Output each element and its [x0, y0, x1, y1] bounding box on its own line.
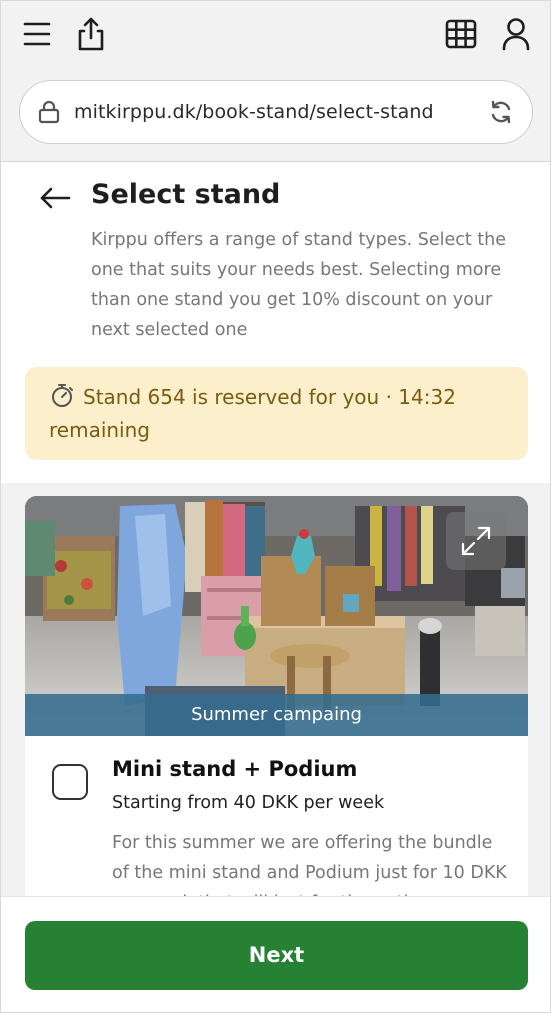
- grid-icon[interactable]: [445, 18, 477, 50]
- stand-option-checkbox[interactable]: [52, 764, 88, 800]
- stand-option-price: Starting from 40 DKK per week: [112, 793, 385, 813]
- stand-option-title: Mini stand + Podium: [112, 757, 358, 781]
- back-arrow-icon[interactable]: [39, 185, 71, 211]
- menu-icon[interactable]: [23, 21, 51, 47]
- url-text: mitkirppu.dk/book-stand/select-stand: [74, 101, 434, 123]
- stand-option-description: For this summer we are offering the bund…: [112, 833, 507, 896]
- reload-icon[interactable]: [488, 99, 514, 125]
- stand-option-card[interactable]: Summer campaing Mini stand + Podium Star…: [25, 496, 528, 896]
- reservation-banner: Stand 654 is reserved for you · 14:32 re…: [25, 367, 528, 460]
- campaign-label: Summer campaing: [25, 694, 528, 736]
- share-icon[interactable]: [75, 16, 107, 52]
- user-icon[interactable]: [500, 16, 532, 52]
- next-button[interactable]: Next: [25, 921, 528, 990]
- stand-photo: Summer campaing: [25, 496, 528, 736]
- bottom-action-bar: Next: [1, 896, 550, 1012]
- stopwatch-icon: [49, 382, 75, 408]
- stand-list: Summer campaing Mini stand + Podium Star…: [1, 483, 550, 896]
- lock-icon: [38, 100, 60, 124]
- page-title: Select stand: [91, 179, 281, 210]
- page-description: Kirppu offers a range of stand types. Se…: [91, 230, 507, 340]
- address-bar[interactable]: mitkirppu.dk/book-stand/select-stand: [19, 80, 533, 144]
- reservation-text: Stand 654 is reserved for you · 14:32 re…: [49, 385, 456, 442]
- page-content: Select stand Kirppu offers a range of st…: [1, 163, 550, 896]
- phone-screen: mitkirppu.dk/book-stand/select-stand Sel…: [0, 0, 551, 1013]
- expand-icon: [461, 526, 491, 556]
- expand-image-button[interactable]: [446, 512, 506, 570]
- browser-toolbar: mitkirppu.dk/book-stand/select-stand: [1, 1, 550, 162]
